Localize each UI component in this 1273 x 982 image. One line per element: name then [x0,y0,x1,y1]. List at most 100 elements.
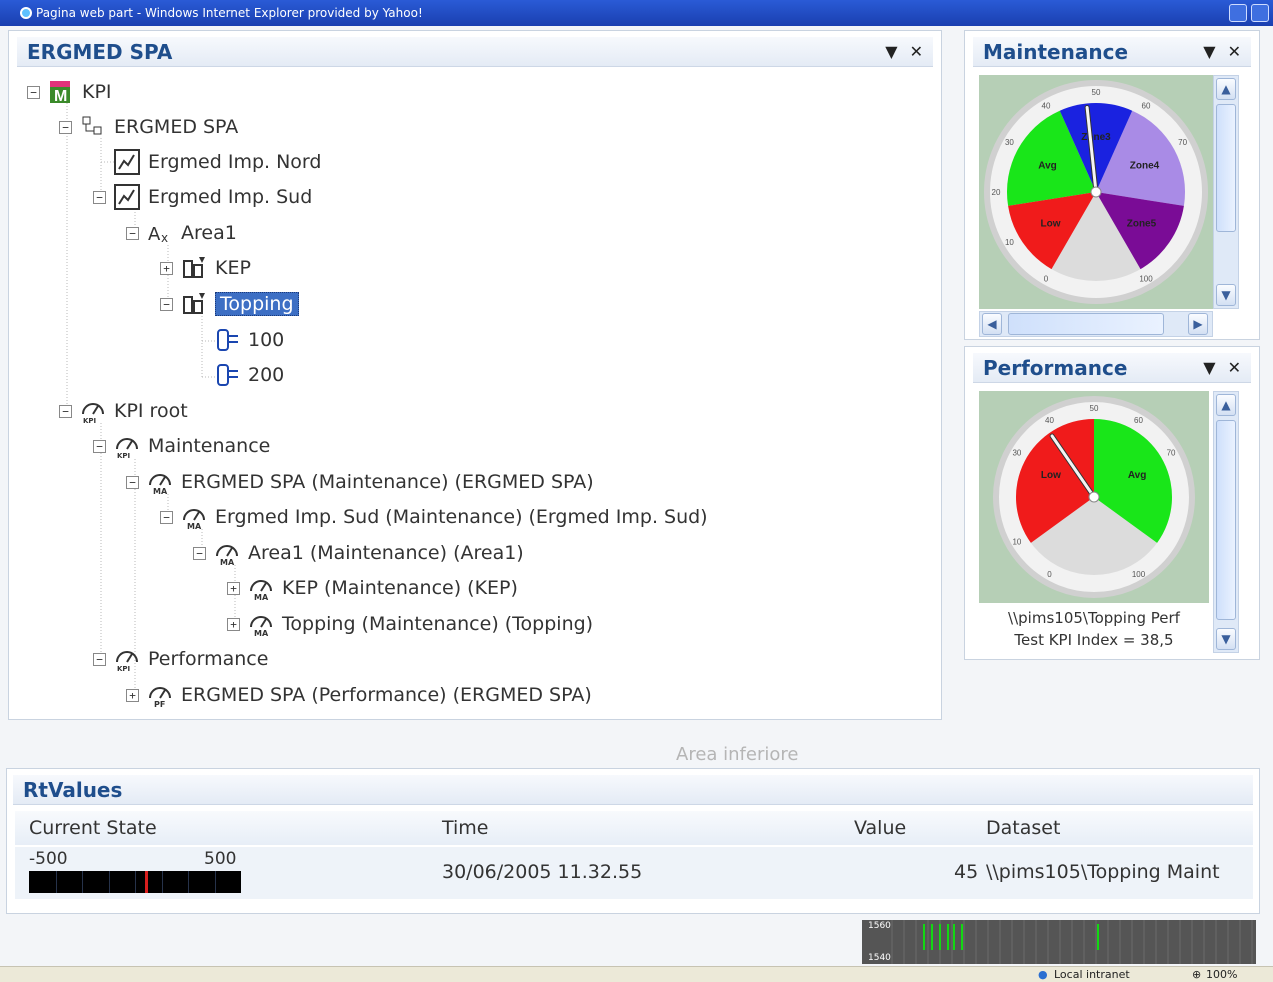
gauge-hub [1088,491,1100,503]
col-dataset: Dataset [986,817,1061,839]
tree-node-maintenance[interactable]: − KPI Maintenance [93,430,270,462]
tree-node-kpi-root[interactable]: − KPI KPI root [59,395,188,427]
collapse-icon[interactable]: − [93,439,106,453]
expand-icon[interactable]: + [227,581,240,595]
gauge-scale-label: 60 [1134,416,1143,425]
scroll-down-icon[interactable]: ▼ [1216,284,1236,306]
svg-text:x: x [161,231,168,245]
state-bar-divider [55,871,57,893]
tree-node-ergmed-imp-sud-maintenance[interactable]: − MA Ergmed Imp. Sud (Maintenance) (Ergm… [160,501,708,533]
close-icon[interactable]: ✕ [1228,358,1241,377]
tree-node-area1[interactable]: − Ax Area1 [126,217,237,249]
tree-node-200[interactable]: 200 [214,359,284,391]
maintenance-hscrollbar[interactable]: ◀ ▶ [979,311,1213,337]
tree-node-ergmed-spa-performance[interactable]: + PF ERGMED SPA (Performance) (ERGMED SP… [126,679,592,711]
maintenance-gauge-area: Avg Low Zone4 Zone5 Zone3 50 40 60 30 70 20 10 0 100 [979,75,1213,309]
tree-node-ergmed-imp-sud[interactable]: − Ergmed Imp. Sud [93,181,312,213]
maintenance-gauge: AvgLowZone4Zone5Zone35040 6030 7020100 100 [984,80,1208,304]
gauge-scale-label: 50 [1090,404,1099,413]
tree-node-label: ERGMED SPA [114,116,239,138]
close-icon[interactable]: ✕ [1228,42,1241,61]
tree-node-label: 100 [248,329,285,351]
scroll-thumb[interactable] [1008,313,1164,335]
state-bar-marker [144,871,148,893]
gauge-zone-label: Zone3 [1081,132,1111,143]
tree-node-ergmed-spa[interactable]: − ERGMED SPA [59,111,238,143]
collapse-icon[interactable]: − [59,120,72,134]
tree-node-100[interactable]: 100 [214,324,284,356]
unit-icon [181,255,207,281]
tree-node-kep[interactable]: + KEP [160,252,251,284]
scroll-thumb[interactable] [1216,420,1236,620]
tree-node-label: Area1 (Maintenance) (Area1) [248,542,524,564]
collapse-icon[interactable]: − [126,475,139,489]
gauge-scale-label: 20 [992,188,1001,197]
svg-text:MA: MA [187,522,202,530]
collapse-icon[interactable]: − [126,226,139,240]
col-time: Time [442,817,489,839]
gauge-zone-label: Zone5 [1127,218,1157,229]
minimize-button[interactable] [1229,4,1247,22]
collapse-icon[interactable]: − [160,510,173,524]
zoom-level[interactable]: 100% [1206,968,1237,981]
maintenance-webpart-header: Maintenance ▼ ✕ [973,37,1251,67]
kpi-gauge-icon: KPI [114,646,140,672]
performance-vscrollbar[interactable]: ▲ ▼ [1213,391,1239,653]
dropdown-arrow-icon[interactable]: ▼ [1203,358,1215,377]
collapse-icon[interactable]: − [160,297,173,311]
dropdown-arrow-icon[interactable]: ▼ [1203,42,1215,61]
scroll-up-icon[interactable]: ▲ [1216,394,1236,416]
tree-node-kpi[interactable]: − M KPI [27,76,112,108]
tree-node-label: ERGMED SPA (Performance) (ERGMED SPA) [181,684,592,706]
maintenance-vscrollbar[interactable]: ▲ ▼ [1213,75,1239,309]
gauge-scale-label: 30 [1012,449,1021,458]
collapse-icon[interactable]: − [93,652,106,666]
pf-gauge-icon: PF [147,682,173,708]
expand-icon[interactable]: + [126,688,139,702]
area-icon: Ax [147,220,173,246]
collapse-icon[interactable]: − [59,404,72,418]
maximize-button[interactable] [1251,4,1269,22]
svg-text:MA: MA [254,593,269,601]
tree-node-label: Ergmed Imp. Nord [148,151,322,173]
collapse-icon[interactable]: − [93,190,106,204]
tree-node-ergmed-spa-maintenance[interactable]: − MA ERGMED SPA (Maintenance) (ERGMED SP… [126,466,594,498]
tree-node-label: Ergmed Imp. Sud [148,186,313,208]
rtvalues-header-row: Current State Time Value Dataset [15,811,1253,845]
gauge-scale-label: 70 [1167,449,1176,458]
performance-gauge-area: Low Avg 50 40 60 30 70 10 0 100 [979,391,1209,603]
kpi-gauge-icon: KPI [114,433,140,459]
tree-node-topping[interactable]: − Topping [160,288,299,320]
tag-icon [214,362,240,388]
tree-node-area1-maintenance[interactable]: − MA Area1 (Maintenance) (Area1) [193,537,524,569]
expand-icon[interactable]: + [160,261,173,275]
current-state-bar [29,871,241,893]
tree-node-kep-maintenance[interactable]: + MA KEP (Maintenance) (KEP) [227,572,518,604]
svg-text:PF: PF [154,700,165,708]
scroll-right-icon[interactable]: ▶ [1188,313,1208,335]
tree-node-label: Area1 [181,222,237,244]
scroll-down-icon[interactable]: ▼ [1216,628,1236,650]
scroll-left-icon[interactable]: ◀ [982,313,1002,335]
tree-node-label: Maintenance [148,435,271,457]
tree-node-label: Ergmed Imp. Sud (Maintenance) (Ergmed Im… [215,506,708,528]
performance-webpart-title: Performance [983,355,1128,380]
tree-node-ergmed-imp-nord[interactable]: Ergmed Imp. Nord [93,146,321,178]
expand-icon[interactable]: + [227,617,240,631]
gauge-scale-label: 0 [1044,275,1049,284]
svg-text:A: A [148,224,161,245]
scroll-up-icon[interactable]: ▲ [1216,78,1236,100]
ma-gauge-icon: MA [248,611,274,637]
table-row[interactable]: -500 500 30/06/2005 11.32.55 45 \\pims10… [15,847,1253,899]
tree-node-label: Performance [148,648,269,670]
collapse-icon[interactable]: − [193,546,206,560]
rtvalues-title: RtValues [23,777,123,802]
trend-y-top: 1560 [868,921,891,931]
scroll-thumb[interactable] [1216,104,1236,232]
collapse-icon[interactable]: − [27,85,40,99]
tree-node-performance[interactable]: − KPI Performance [93,643,268,675]
tree-node-label: Topping (Maintenance) (Topping) [282,613,594,635]
gauge-zone-label: Avg [1038,161,1057,172]
tree-node-topping-maintenance[interactable]: + MA Topping (Maintenance) (Topping) [227,608,593,640]
rtvalues-webpart-header: RtValues [13,775,1253,805]
